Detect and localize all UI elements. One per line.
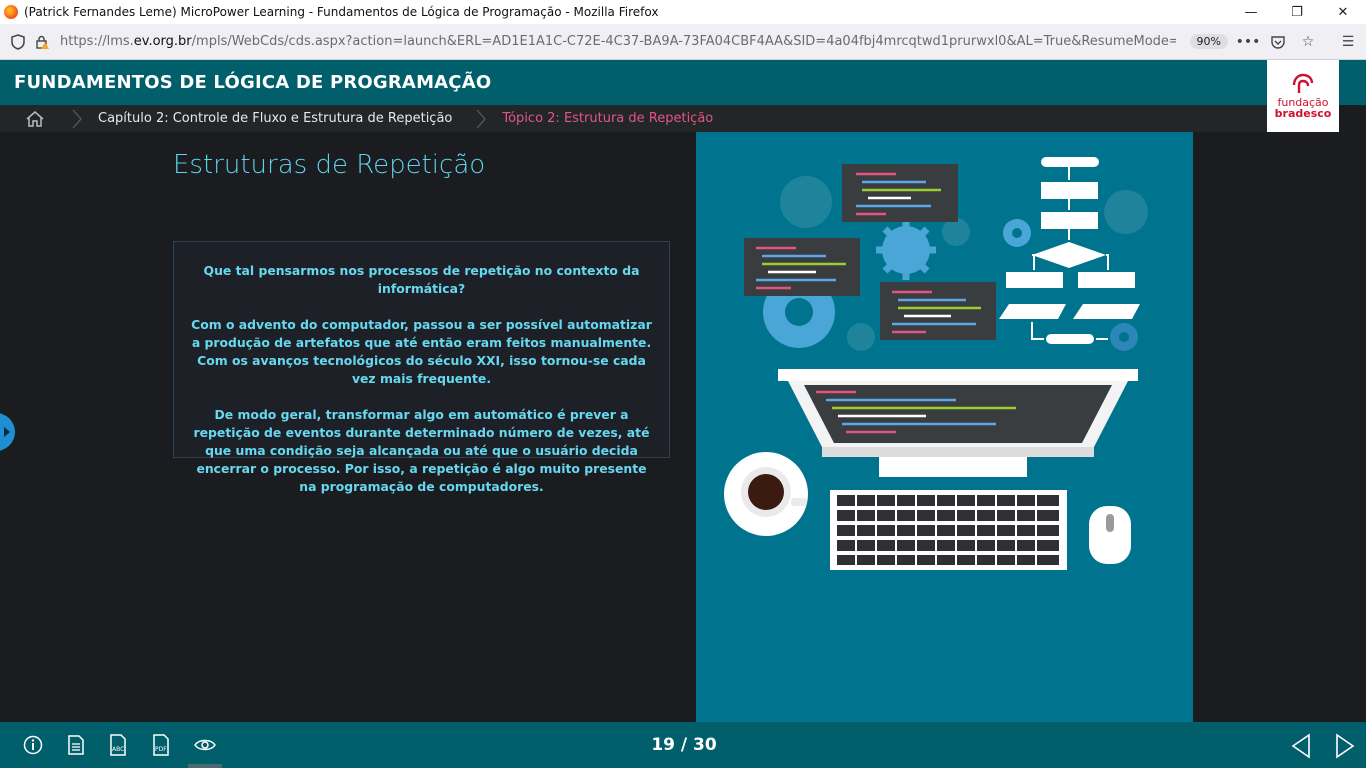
breadcrumb: Capítulo 2: Controle de Fluxo e Estrutur… bbox=[0, 105, 1267, 132]
footer-bar: ABC PDF 19 / 30 bbox=[0, 722, 1366, 768]
document-icon bbox=[68, 735, 84, 755]
restore-button[interactable]: ❐ bbox=[1274, 0, 1320, 24]
paragraph-computer: Com o advento do computador, passou a se… bbox=[191, 317, 652, 386]
more-actions-icon[interactable]: ••• bbox=[1236, 30, 1261, 54]
svg-text:PDF: PDF bbox=[155, 746, 167, 753]
course-title: FUNDAMENTOS DE LÓGICA DE PROGRAMAÇÃO bbox=[14, 72, 492, 93]
bradesco-logo-icon bbox=[1292, 73, 1314, 93]
minimize-button[interactable]: — bbox=[1228, 0, 1274, 24]
pdf-button[interactable]: PDF bbox=[151, 734, 173, 756]
logo-text-bradesco: bradesco bbox=[1274, 106, 1332, 120]
logo-text-fundacao: fundação bbox=[1277, 95, 1329, 109]
firefox-icon bbox=[4, 5, 18, 19]
pocket-icon[interactable] bbox=[1266, 30, 1290, 54]
computer-illustration bbox=[696, 132, 1193, 722]
home-icon bbox=[26, 110, 44, 127]
paragraph-automation: De modo geral, transformar algo em autom… bbox=[193, 407, 650, 494]
glossary-abc-icon: ABC bbox=[110, 734, 126, 756]
info-button[interactable] bbox=[22, 734, 44, 756]
accessibility-view-button[interactable] bbox=[194, 734, 216, 756]
browser-titlebar: (Patrick Fernandes Leme) MicroPower Lear… bbox=[0, 0, 1366, 24]
window-title: (Patrick Fernandes Leme) MicroPower Lear… bbox=[24, 5, 659, 19]
svg-text:ABC: ABC bbox=[112, 746, 124, 753]
next-arrow-icon bbox=[1336, 733, 1355, 759]
breadcrumb-topic[interactable]: Tópico 2: Estrutura de Repetição bbox=[502, 111, 713, 126]
close-window-button[interactable]: ✕ bbox=[1320, 0, 1366, 24]
home-button[interactable] bbox=[0, 105, 70, 132]
previous-arrow-icon bbox=[1291, 733, 1310, 759]
info-icon bbox=[23, 735, 43, 755]
url-bar[interactable]: https://lms. ev.org.br/mpls/WebCds/cds.as… bbox=[60, 28, 1176, 56]
menu-icon[interactable]: ☰ bbox=[1336, 30, 1360, 54]
eye-icon bbox=[194, 739, 216, 751]
zoom-level-button[interactable]: 90% bbox=[1189, 34, 1228, 49]
footer-active-indicator bbox=[188, 764, 222, 768]
fundacao-bradesco-logo: fundação bradesco bbox=[1267, 60, 1339, 132]
breadcrumb-separator-icon bbox=[474, 105, 488, 132]
url-host: ev.org.br bbox=[133, 34, 192, 49]
play-arrow-icon bbox=[4, 427, 10, 437]
page-counter: 19 / 30 bbox=[651, 735, 717, 755]
previous-page-button[interactable] bbox=[1290, 733, 1312, 763]
lock-warning-icon[interactable] bbox=[30, 30, 54, 54]
paragraph-question: Que tal pensarmos nos processos de repet… bbox=[203, 263, 640, 296]
breadcrumb-chapter[interactable]: Capítulo 2: Controle de Fluxo e Estrutur… bbox=[98, 111, 452, 126]
url-path: /mpls/WebCds/cds.aspx?action=launch&ERL=… bbox=[191, 34, 1176, 49]
page-title: Estruturas de Repetição bbox=[173, 150, 486, 180]
url-prefix: https://lms. bbox=[60, 34, 134, 49]
bookmark-star-icon[interactable]: ☆ bbox=[1296, 30, 1320, 54]
browser-navbar: https://lms. ev.org.br/mpls/WebCds/cds.as… bbox=[0, 24, 1366, 60]
document-button[interactable] bbox=[65, 734, 87, 756]
next-page-button[interactable] bbox=[1334, 733, 1356, 763]
shield-icon[interactable] bbox=[6, 30, 30, 54]
text-panel: Que tal pensarmos nos processos de repet… bbox=[173, 241, 670, 494]
glossary-button[interactable]: ABC bbox=[108, 734, 130, 756]
breadcrumb-separator-icon bbox=[70, 105, 84, 132]
pdf-icon: PDF bbox=[153, 734, 169, 756]
app-header: FUNDAMENTOS DE LÓGICA DE PROGRAMAÇÃO bbox=[0, 60, 1366, 105]
